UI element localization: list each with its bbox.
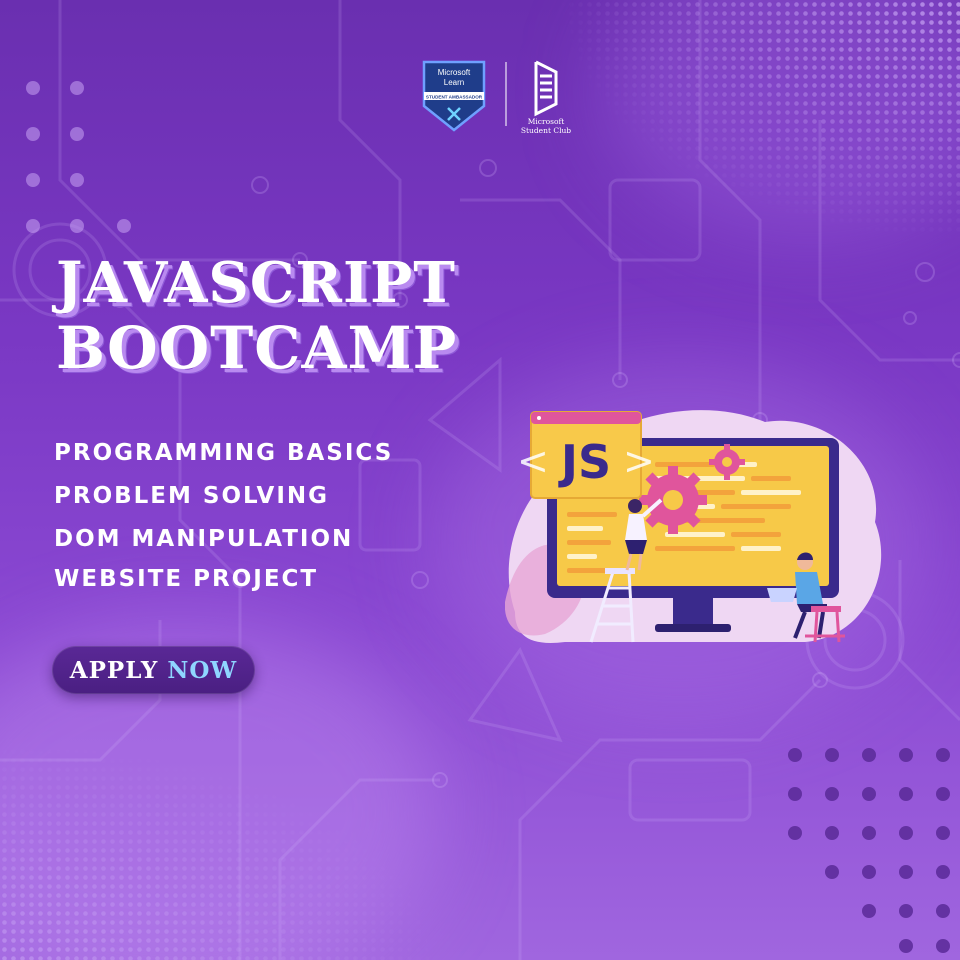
topic-item-website-project: WEBSITE PROJECT <box>54 566 319 592</box>
js-logo-text: JS <box>558 435 611 489</box>
bracket-right-glyph: > <box>623 439 655 483</box>
poster: Microsoft Learn STUDENT AMBASSADOR Micro… <box>0 0 960 960</box>
monitor-neck <box>673 598 713 626</box>
club-line2: Student Club <box>521 126 571 135</box>
badge-ribbon: STUDENT AMBASSADOR <box>426 95 483 100</box>
topic-item-problem-solving: PROBLEM SOLVING <box>54 483 330 509</box>
headline-line-1: JAVASCRIPT <box>56 250 456 316</box>
apply-now-button[interactable]: APPLY NOW <box>52 646 255 694</box>
topic-item-programming-basics: PROGRAMMING BASICS <box>54 440 394 466</box>
microsoft-learn-badge-logo: Microsoft Learn STUDENT AMBASSADOR <box>422 60 486 132</box>
microsoft-student-club-logo: Microsoft Student Club <box>521 60 571 135</box>
headline-line-2: BOOTCAMP <box>56 314 458 382</box>
illustration-art: JS < > <box>504 410 882 643</box>
badge-line1: Microsoft <box>438 68 471 77</box>
js-window-dot <box>537 416 541 420</box>
apply-now-label-word1: APPLY <box>69 656 159 684</box>
bracket-left-glyph: < <box>517 439 549 483</box>
apply-now-label-word2: NOW <box>167 656 238 684</box>
monitor-base <box>655 624 731 632</box>
developer-illustration: JS < > <box>504 402 885 652</box>
js-window-titlebar <box>531 412 641 424</box>
logo-group: Microsoft Learn STUDENT AMBASSADOR Micro… <box>422 60 571 135</box>
badge-line2: Learn <box>444 78 464 87</box>
partner-logos: Microsoft Learn STUDENT AMBASSADOR Micro… <box>420 56 590 136</box>
topic-item-dom-manipulation: DOM MANIPULATION <box>54 526 354 552</box>
club-line1: Microsoft <box>528 117 565 126</box>
